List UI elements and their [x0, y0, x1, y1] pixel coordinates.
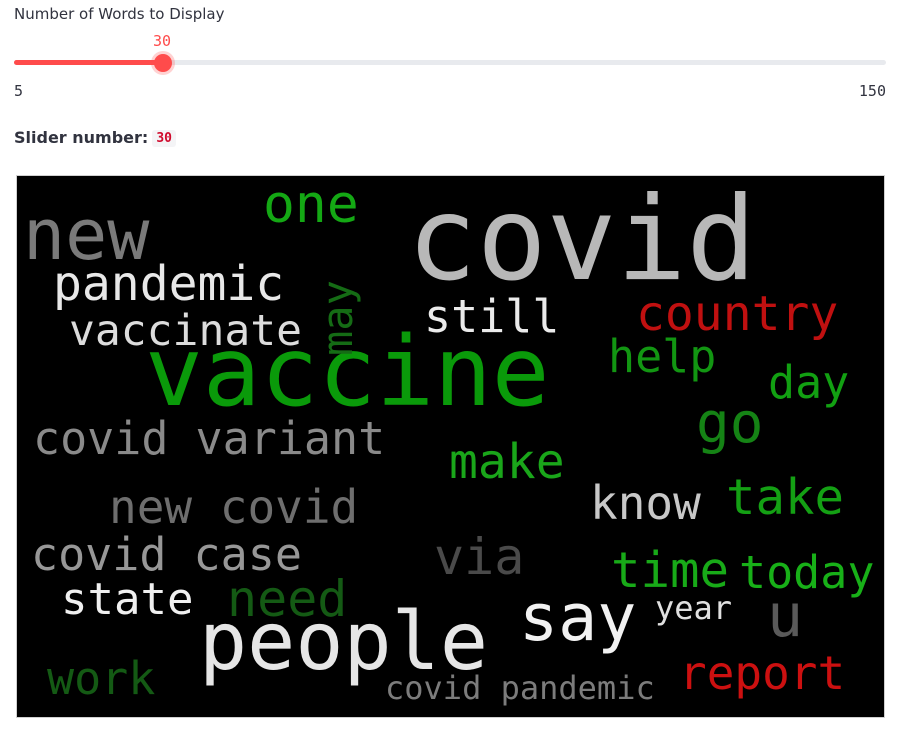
slider-track-fill [14, 60, 165, 65]
word-year: year [655, 589, 733, 627]
word-via: via [434, 528, 525, 586]
word-covid-pandemic: covid pandemic [385, 669, 655, 707]
word-today: today [739, 546, 875, 599]
word-vaccinate: vaccinate [69, 306, 302, 356]
word-say: say [519, 581, 637, 656]
word-still: still [424, 290, 560, 343]
slider-max-label: 150 [858, 82, 886, 100]
word-cloud: covid vaccine people new one pandemic va… [17, 176, 884, 717]
word-work: work [47, 652, 156, 705]
slider-label: Number of Words to Display [14, 5, 225, 23]
word-day: day [768, 356, 850, 409]
word-cloud-image: covid vaccine people new one pandemic va… [16, 175, 885, 718]
word-pandemic: pandemic [53, 256, 285, 312]
word-help: help [608, 330, 717, 383]
word-need: need [227, 570, 348, 628]
word-may: may [313, 280, 362, 356]
word-one: one [263, 176, 359, 235]
slider-current-value: 30 [153, 32, 172, 50]
slider-number-code: 30 [152, 130, 176, 147]
word-make: make [449, 434, 565, 490]
word-take: take [726, 469, 845, 526]
slider-thumb[interactable] [154, 54, 172, 72]
slider-number-label: Slider number: [14, 128, 149, 147]
word-u: u [767, 581, 804, 651]
word-know: know [590, 476, 701, 530]
word-go: go [696, 391, 764, 456]
slider-number-text: Slider number: 30 [14, 128, 176, 147]
word-new-covid: new covid [109, 480, 359, 534]
word-covid: covid [407, 176, 757, 307]
word-report: report [679, 646, 846, 700]
slider-min-label: 5 [14, 82, 24, 100]
slider-track[interactable] [14, 60, 886, 65]
word-state: state [61, 574, 194, 625]
word-covid-variant: covid variant [33, 412, 386, 465]
